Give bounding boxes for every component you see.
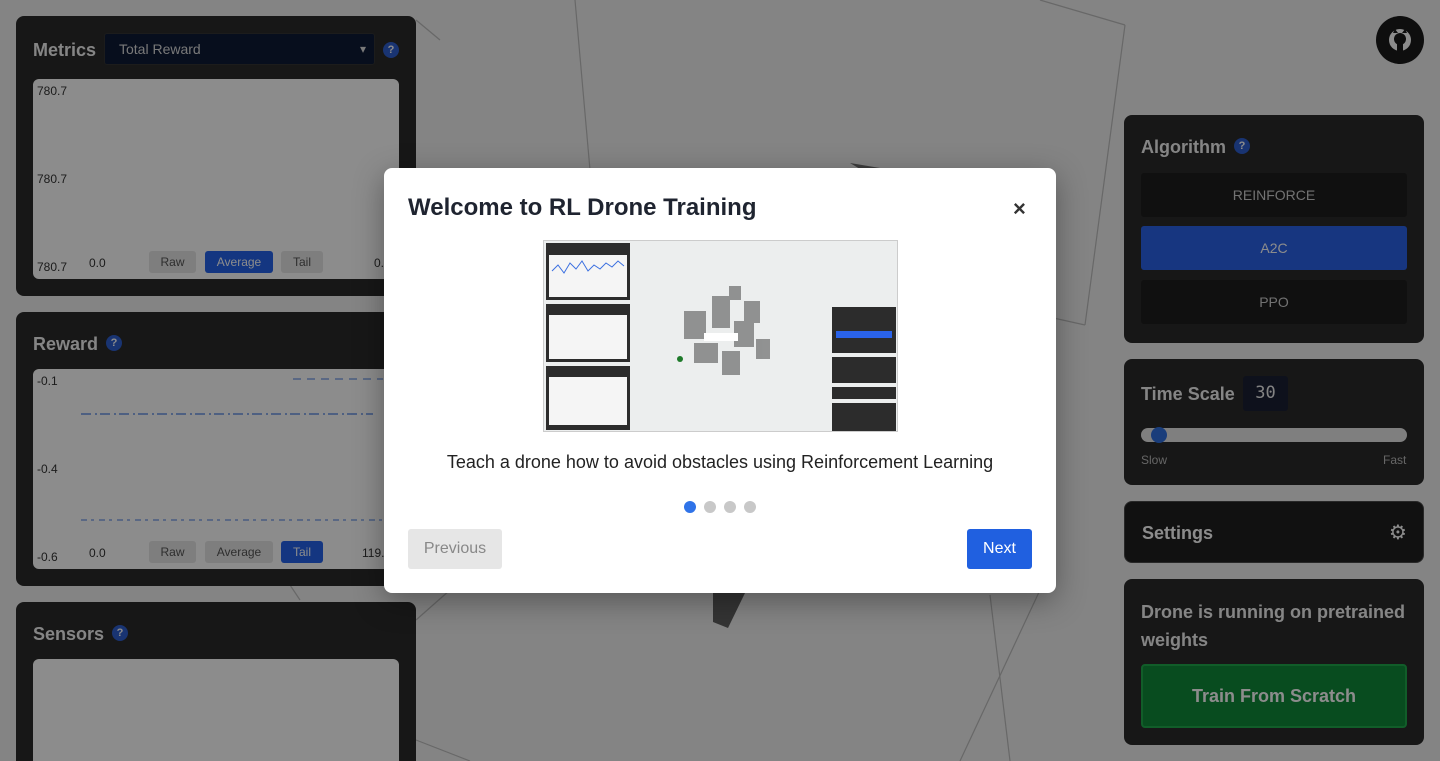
app-preview-illustration [544, 241, 897, 431]
modal-description: Teach a drone how to avoid obstacles usi… [446, 452, 994, 472]
step-dot[interactable] [744, 501, 756, 513]
previous-button[interactable]: Previous [408, 529, 502, 569]
close-icon[interactable]: × [1013, 196, 1026, 222]
modal-title: Welcome to RL Drone Training [408, 194, 757, 221]
step-indicator [684, 501, 756, 513]
tutorial-preview-image [543, 240, 898, 432]
step-dot[interactable] [684, 501, 696, 513]
next-button[interactable]: Next [967, 529, 1032, 569]
step-dot[interactable] [704, 501, 716, 513]
step-dot[interactable] [724, 501, 736, 513]
welcome-modal: Welcome to RL Drone Training × Teach a d… [384, 168, 1056, 593]
